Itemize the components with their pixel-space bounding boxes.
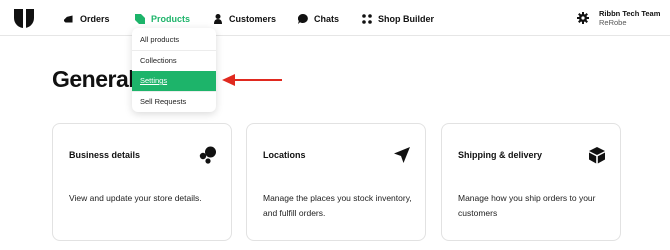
- products-dropdown-menu: All products Collections Settings Sell R…: [132, 28, 216, 112]
- nav-item-label: Orders: [80, 14, 110, 24]
- account-menu[interactable]: Ribbn Tech Team ReRobe: [577, 9, 660, 27]
- gear-icon[interactable]: [577, 12, 589, 24]
- team-name: Ribbn Tech Team: [599, 9, 661, 18]
- nav-item-label: Customers: [229, 14, 277, 24]
- nav-item-label: Chats: [314, 14, 340, 24]
- dots-grid-icon: [362, 14, 372, 24]
- leaf-icon: [135, 14, 145, 24]
- card-business-details[interactable]: Business details View and update your st…: [52, 123, 232, 241]
- bubbles-icon: [199, 146, 216, 164]
- brand-logo-icon[interactable]: [14, 9, 34, 29]
- annotation-arrow-icon: [222, 74, 282, 86]
- menu-item-all-products[interactable]: All products: [132, 30, 216, 50]
- nav-item-shop-builder[interactable]: Shop Builder: [362, 11, 434, 27]
- menu-item-sell-requests[interactable]: Sell Requests: [132, 92, 216, 112]
- card-title: Locations: [263, 150, 306, 160]
- card-description: Manage how you ship orders to your custo…: [458, 193, 596, 218]
- nav-item-label: Products: [151, 14, 191, 24]
- nav-item-customers[interactable]: Customers: [213, 11, 276, 27]
- package-box-icon: [589, 147, 605, 164]
- nav-item-products[interactable]: Products: [135, 11, 190, 27]
- chat-bubble-icon: [298, 14, 308, 24]
- menu-item-settings[interactable]: Settings: [132, 71, 216, 91]
- tag-icon: [64, 15, 73, 23]
- card-description: View and update your store details.: [69, 193, 202, 203]
- card-locations[interactable]: Locations Manage the places you stock in…: [246, 123, 426, 241]
- person-icon: [214, 14, 222, 24]
- card-shipping-delivery[interactable]: Shipping & delivery Manage how you ship …: [441, 123, 621, 241]
- page-title: General: [52, 66, 135, 92]
- top-navigation-bar: Orders Products Customers Chats Shop Bui…: [0, 0, 670, 36]
- card-title: Shipping & delivery: [458, 150, 543, 160]
- card-title: Business details: [69, 150, 141, 160]
- nav-item-orders[interactable]: Orders: [64, 11, 110, 27]
- store-name: ReRobe: [599, 18, 627, 27]
- menu-item-collections[interactable]: Collections: [132, 51, 216, 71]
- card-description: Manage the places you stock inventory, a…: [263, 193, 412, 218]
- navigation-arrow-icon: [394, 147, 410, 163]
- nav-item-label: Shop Builder: [378, 14, 434, 24]
- nav-item-chats[interactable]: Chats: [298, 11, 339, 27]
